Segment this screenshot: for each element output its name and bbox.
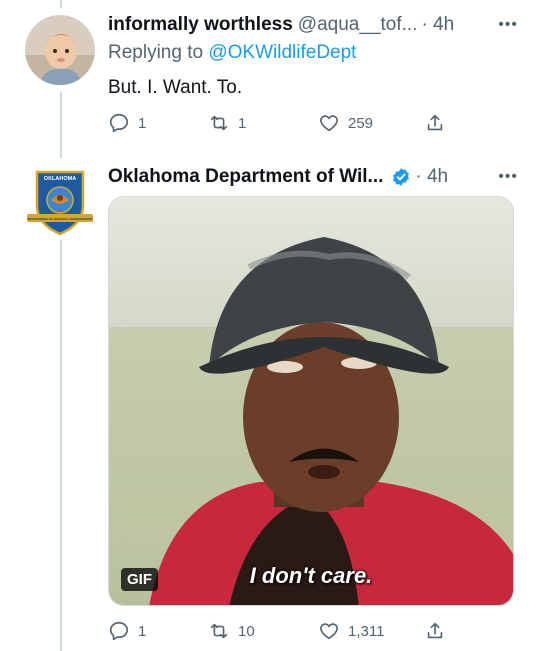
retweet-count: 10 [238, 622, 255, 640]
user-handle[interactable]: @aqua__tof... [298, 13, 418, 37]
logo-bottom-text: DEPARTMENT OF WILDLIFE CONSERVATION [27, 217, 92, 221]
verified-badge-icon [391, 167, 411, 187]
avatar-informally-worthless[interactable] [25, 15, 95, 85]
share-icon [427, 622, 443, 639]
gif-image [109, 197, 513, 605]
tweet-header: Oklahoma Department of Wil... · 4h ••• [108, 165, 518, 189]
reply-button[interactable]: 1 [108, 112, 146, 134]
retweet-icon [210, 623, 228, 639]
heart-icon [320, 623, 338, 640]
ellipsis-icon[interactable]: ••• [498, 165, 518, 189]
gif-caption: I don't care. [249, 563, 373, 588]
reply-count: 1 [138, 114, 147, 132]
thread-line-middle [60, 92, 62, 158]
avatar-ok-wildlife-dept[interactable]: OKLAHOMA DEPARTMENT OF WILDLIFE CONSERVA… [25, 168, 95, 238]
like-count: 1,311 [348, 622, 385, 640]
child-photo-avatar [25, 15, 95, 85]
share-button[interactable] [424, 620, 446, 642]
replying-to: Replying to @OKWildlifeDept [108, 42, 356, 64]
gif-media[interactable]: GIF I don't care. [108, 196, 514, 606]
action-bar: 1 10 1,311 [108, 620, 448, 646]
thread-line-top [60, 0, 62, 8]
tweet-header: informally worthless @aqua__tof... · 4h … [108, 13, 518, 37]
like-button[interactable]: 1,311 [318, 620, 384, 642]
share-icon [427, 114, 443, 131]
action-bar: 1 1 259 [108, 112, 448, 138]
ellipsis-icon[interactable]: ••• [498, 13, 518, 37]
replying-to-link[interactable]: @OKWildlifeDept [208, 42, 356, 63]
tweet-text: But. I. Want. To. [108, 77, 243, 98]
retweet-button[interactable]: 10 [208, 620, 255, 642]
timestamp[interactable]: · 4h [421, 13, 454, 37]
reply-button[interactable]: 1 [108, 620, 146, 642]
like-count: 259 [348, 114, 374, 132]
wildlife-department-logo: OKLAHOMA DEPARTMENT OF WILDLIFE CONSERVA… [27, 170, 93, 236]
retweet-count: 1 [238, 114, 247, 132]
replying-prefix: Replying to [108, 42, 209, 63]
thread-line-bottom [60, 240, 62, 651]
like-button[interactable]: 259 [318, 112, 373, 134]
reply-icon [109, 113, 129, 133]
logo-top-text: OKLAHOMA [44, 176, 76, 182]
retweet-icon [210, 115, 228, 131]
retweet-button[interactable]: 1 [208, 112, 246, 134]
display-name[interactable]: Oklahoma Department of Wil... [108, 165, 383, 189]
reply-count: 1 [138, 622, 147, 640]
display-name[interactable]: informally worthless [108, 13, 293, 37]
heart-icon [320, 115, 338, 132]
timestamp[interactable]: · 4h [415, 165, 448, 189]
share-button[interactable] [424, 112, 446, 134]
reply-icon [109, 621, 129, 641]
